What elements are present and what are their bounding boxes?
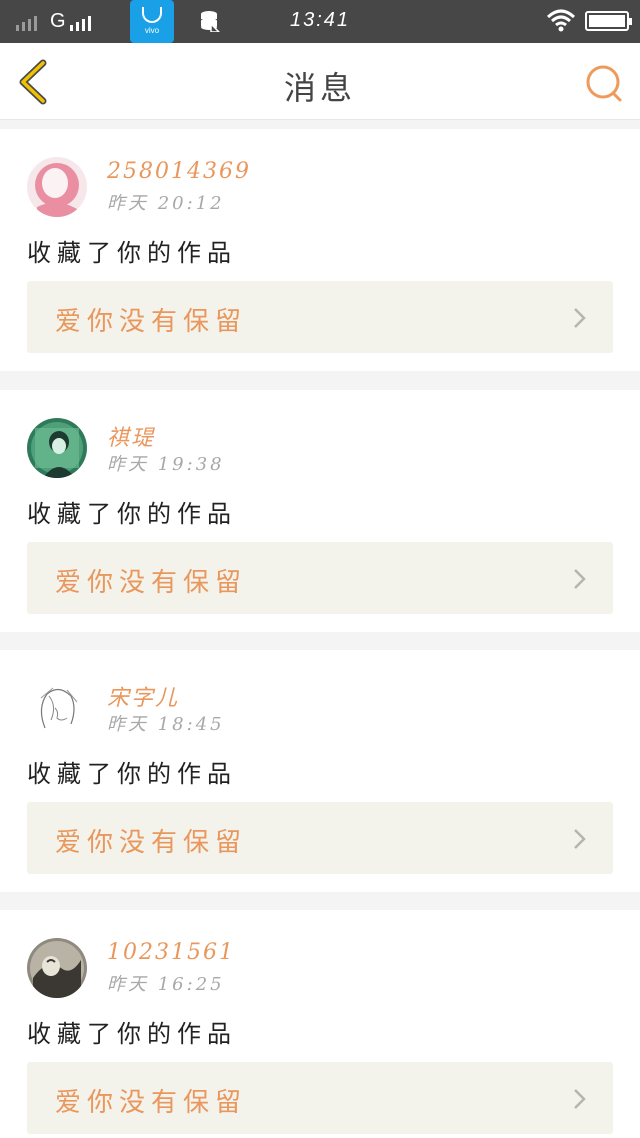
chevron-right-icon (574, 1089, 586, 1109)
notification-card: 10231561 昨天 16:25 收藏了你的作品 爱你没有保留 (0, 910, 640, 1138)
username[interactable]: 宋字儿 (107, 680, 179, 712)
search-icon[interactable] (584, 63, 624, 103)
network-type-label: G (50, 10, 66, 32)
app-header: 消息 (0, 43, 640, 120)
work-link[interactable]: 爱你没有保留 (27, 281, 613, 353)
chevron-right-icon (574, 829, 586, 849)
avatar[interactable] (27, 418, 87, 478)
signal-strength-icon-2 (70, 13, 91, 31)
app-badge-label: vivo (144, 25, 160, 35)
database-icon (201, 11, 220, 32)
action-text: 收藏了你的作品 (27, 239, 237, 267)
work-link[interactable]: 爱你没有保留 (27, 1062, 613, 1134)
timestamp: 昨天 20:12 (107, 193, 225, 214)
work-link[interactable]: 爱你没有保留 (27, 542, 613, 614)
chevron-right-icon (574, 308, 586, 328)
wifi-icon (546, 9, 576, 32)
work-title: 爱你没有保留 (55, 568, 248, 598)
status-bar: G vivo 13:41 (0, 0, 640, 43)
notification-card: 宋字儿 昨天 18:45 收藏了你的作品 爱你没有保留 (0, 650, 640, 892)
chevron-right-icon (574, 569, 586, 589)
work-link[interactable]: 爱你没有保留 (27, 802, 613, 874)
action-text: 收藏了你的作品 (27, 500, 237, 528)
avatar[interactable] (27, 157, 87, 217)
page-title: 消息 (283, 69, 356, 107)
work-title: 爱你没有保留 (55, 828, 248, 858)
avatar[interactable] (27, 938, 87, 998)
battery-icon (585, 11, 632, 31)
signal-strength-icon (16, 13, 37, 31)
notification-card: 258014369 昨天 20:12 收藏了你的作品 爱你没有保留 (0, 129, 640, 371)
work-title: 爱你没有保留 (55, 1088, 248, 1118)
username[interactable]: 258014369 (107, 159, 251, 184)
timestamp: 昨天 16:25 (107, 974, 225, 995)
work-title: 爱你没有保留 (55, 307, 248, 337)
username[interactable]: 祺瑅 (107, 420, 155, 452)
timestamp: 昨天 18:45 (107, 714, 225, 735)
app-store-icon: vivo (130, 0, 174, 43)
timestamp: 昨天 19:38 (107, 454, 225, 475)
notification-card: 祺瑅 昨天 19:38 收藏了你的作品 爱你没有保留 (0, 390, 640, 632)
avatar[interactable] (27, 678, 87, 738)
action-text: 收藏了你的作品 (27, 1020, 237, 1048)
clock: 13:41 (290, 9, 351, 31)
action-text: 收藏了你的作品 (27, 760, 237, 788)
username[interactable]: 10231561 (107, 940, 235, 965)
